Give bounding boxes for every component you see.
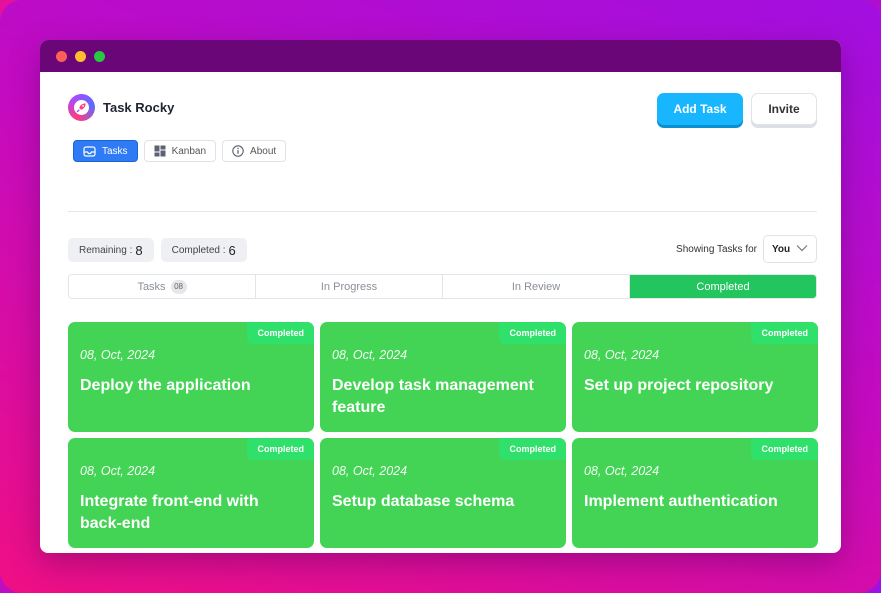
tab-tasks-label: Tasks: [102, 145, 128, 157]
maximize-window-dot[interactable]: [94, 50, 105, 62]
completed-count: Completed : 6: [160, 238, 247, 262]
status-badge: Completed: [499, 438, 566, 460]
task-title: Implement authentication: [584, 493, 778, 510]
tab-about-label: About: [250, 145, 277, 157]
status-tab-in-review-label: In Review: [511, 280, 561, 293]
task-date: 08, Oct, 2024: [584, 464, 660, 478]
remaining-value: 8: [135, 242, 143, 258]
status-badge: Completed: [751, 322, 818, 344]
grid-icon: [154, 145, 166, 157]
status-badge: Completed: [247, 322, 314, 344]
task-counts: Remaining : 8 Completed : 6: [68, 238, 247, 262]
tab-kanban[interactable]: Kanban: [143, 140, 217, 162]
task-card[interactable]: Completed 08, Oct, 2024 Implement authen…: [572, 438, 818, 548]
task-title: Develop task management feature: [332, 377, 534, 416]
completed-label: Completed :: [171, 244, 226, 256]
app-window: Task Rocky Add Task Invite Tasks Kanban …: [40, 40, 841, 553]
top-actions: Add Task Invite: [657, 93, 817, 125]
owner-select[interactable]: You: [763, 235, 817, 263]
remaining-count: Remaining : 8: [68, 238, 154, 262]
status-tab-tasks-label: Tasks: [137, 280, 166, 293]
owner-select-value: You: [772, 243, 791, 255]
task-title: Set up project repository: [584, 377, 774, 394]
status-tab-tasks[interactable]: Tasks 08: [69, 275, 256, 298]
status-badge: Completed: [499, 322, 566, 344]
chevron-down-icon: [796, 244, 808, 255]
status-tab-in-review[interactable]: In Review: [443, 275, 630, 298]
task-owner-filter: Showing Tasks for You: [676, 235, 817, 263]
task-card[interactable]: Completed 08, Oct, 2024 Integrate front-…: [68, 438, 314, 548]
showing-label: Showing Tasks for: [676, 243, 757, 255]
brand: Task Rocky: [68, 94, 174, 121]
status-tab-in-progress[interactable]: In Progress: [256, 275, 443, 298]
task-cards: Completed 08, Oct, 2024 Deploy the appli…: [68, 322, 818, 548]
header-divider: [68, 211, 817, 212]
tab-tasks[interactable]: Tasks: [73, 140, 138, 162]
status-badge: Completed: [751, 438, 818, 460]
task-date: 08, Oct, 2024: [332, 348, 408, 362]
task-title: Integrate front-end with back-end: [80, 493, 259, 532]
task-card[interactable]: Completed 08, Oct, 2024 Setup database s…: [320, 438, 566, 548]
task-title: Deploy the application: [80, 377, 251, 394]
status-badge: Completed: [247, 438, 314, 460]
app-name: Task Rocky: [103, 100, 175, 115]
window-titlebar: [40, 40, 841, 72]
task-date: 08, Oct, 2024: [584, 348, 660, 362]
status-tabs: Tasks 08 In Progress In Review Completed: [68, 274, 817, 299]
rocket-logo-icon: [68, 94, 95, 121]
task-date: 08, Oct, 2024: [332, 464, 408, 478]
completed-value: 6: [228, 242, 236, 258]
tab-kanban-label: Kanban: [171, 145, 207, 157]
task-date: 08, Oct, 2024: [80, 464, 156, 478]
remaining-label: Remaining :: [79, 244, 133, 256]
close-window-dot[interactable]: [56, 50, 67, 62]
minimize-window-dot[interactable]: [75, 50, 86, 62]
task-card[interactable]: Completed 08, Oct, 2024 Develop task man…: [320, 322, 566, 432]
status-tab-completed-label: Completed: [696, 280, 750, 293]
background-frame: Task Rocky Add Task Invite Tasks Kanban …: [0, 0, 881, 593]
info-icon: [232, 145, 244, 157]
task-title: Setup database schema: [332, 493, 515, 510]
invite-button[interactable]: Invite: [751, 93, 817, 125]
status-tab-completed[interactable]: Completed: [630, 275, 816, 298]
tab-about[interactable]: About: [222, 140, 287, 162]
tasks-count-badge: 08: [170, 279, 187, 294]
task-card[interactable]: Completed 08, Oct, 2024 Deploy the appli…: [68, 322, 314, 432]
view-tabs: Tasks Kanban About: [73, 140, 287, 162]
status-tab-in-progress-label: In Progress: [320, 280, 378, 293]
task-date: 08, Oct, 2024: [80, 348, 156, 362]
task-card[interactable]: Completed 08, Oct, 2024 Set up project r…: [572, 322, 818, 432]
add-task-button[interactable]: Add Task: [657, 93, 743, 125]
inbox-icon: [83, 145, 96, 157]
